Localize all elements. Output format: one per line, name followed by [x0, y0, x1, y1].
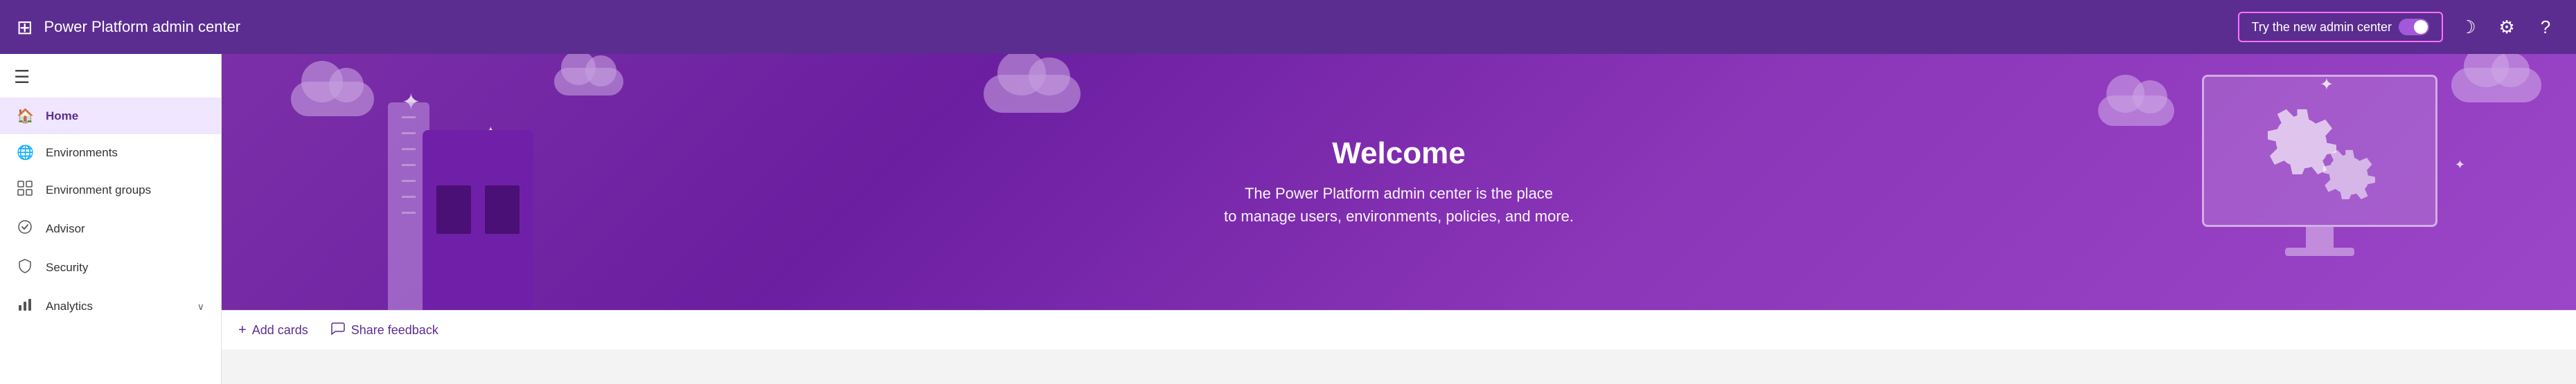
sidebar-label-environments: Environments: [46, 146, 204, 160]
sparkle-4: ✦: [2455, 158, 2465, 172]
small-gear-icon: [2323, 147, 2375, 199]
content-area: ✦ ✦ ✦ ✦ Welcome: [222, 54, 2576, 384]
cloud-1: [291, 82, 374, 116]
sidebar-label-security: Security: [46, 261, 204, 275]
banner-building: [423, 130, 533, 310]
top-bar-right: Try the new admin center ☽ ⚙ ?: [2238, 12, 2559, 42]
share-feedback-button[interactable]: Share feedback: [330, 320, 438, 340]
main-area: ☰ 🏠 Home 🌐 Environments Environment grou…: [0, 54, 2576, 384]
sidebar-item-advisor[interactable]: Advisor: [0, 210, 221, 248]
settings-icon: ⚙: [2498, 17, 2514, 38]
banner-monitor: [2202, 75, 2437, 268]
top-bar: ⊞ Power Platform admin center Try the ne…: [0, 0, 2576, 54]
sidebar: ☰ 🏠 Home 🌐 Environments Environment grou…: [0, 54, 222, 384]
sidebar-item-environment-groups[interactable]: Environment groups: [0, 171, 221, 210]
monitor-screen: [2202, 75, 2437, 227]
add-cards-button[interactable]: + Add cards: [238, 322, 308, 338]
environment-groups-icon: [17, 181, 33, 200]
cloud-5: [2451, 68, 2541, 102]
try-new-admin-label: Try the new admin center: [2252, 20, 2392, 35]
help-icon: ?: [2541, 17, 2550, 38]
bottom-toolbar: + Add cards Share feedback: [222, 310, 2576, 349]
advisor-icon: [17, 219, 33, 239]
cloud-4: [2098, 95, 2174, 126]
welcome-title: Welcome: [1224, 136, 1574, 171]
welcome-banner: ✦ ✦ ✦ ✦ Welcome: [222, 54, 2576, 310]
app-title: Power Platform admin center: [44, 18, 240, 36]
cloud-3: [984, 75, 1081, 113]
sidebar-label-analytics: Analytics: [46, 300, 185, 313]
hamburger-row: ☰: [0, 60, 221, 98]
sidebar-label-environment-groups: Environment groups: [46, 183, 204, 197]
theme-toggle-button[interactable]: ☽: [2454, 13, 2482, 41]
sidebar-item-home[interactable]: 🏠 Home: [0, 98, 221, 134]
top-bar-left: ⊞ Power Platform admin center: [17, 16, 240, 39]
share-feedback-label: Share feedback: [351, 323, 438, 338]
gear-container: [2264, 102, 2375, 199]
monitor-base: [2285, 248, 2354, 256]
waffle-icon[interactable]: ⊞: [17, 16, 33, 39]
banner-ruler-marks: [402, 102, 416, 310]
add-cards-icon: +: [238, 322, 247, 338]
environments-icon: 🌐: [17, 144, 33, 161]
monitor-stand: [2306, 227, 2334, 248]
settings-button[interactable]: ⚙: [2493, 13, 2521, 41]
home-icon: 🏠: [17, 107, 33, 125]
sidebar-label-home: Home: [46, 109, 204, 123]
analytics-chevron-icon: ∨: [197, 301, 204, 313]
security-icon: [17, 258, 33, 277]
banner-subtitle: The Power Platform admin center is the p…: [1224, 182, 1574, 228]
try-new-admin-toggle[interactable]: [2399, 19, 2429, 35]
analytics-icon: [17, 297, 33, 316]
sidebar-label-advisor: Advisor: [46, 222, 204, 236]
help-button[interactable]: ?: [2532, 13, 2559, 41]
sidebar-item-environments[interactable]: 🌐 Environments: [0, 134, 221, 171]
share-feedback-icon: [330, 320, 346, 340]
sidebar-item-security[interactable]: Security: [0, 248, 221, 287]
cloud-2: [554, 68, 623, 95]
add-cards-label: Add cards: [252, 323, 308, 338]
try-new-admin-button[interactable]: Try the new admin center: [2238, 12, 2443, 42]
hamburger-icon[interactable]: ☰: [14, 66, 30, 87]
sidebar-item-analytics[interactable]: Analytics ∨: [0, 287, 221, 326]
moon-icon: ☽: [2460, 17, 2476, 38]
banner-text: Welcome The Power Platform admin center …: [1224, 136, 1574, 228]
